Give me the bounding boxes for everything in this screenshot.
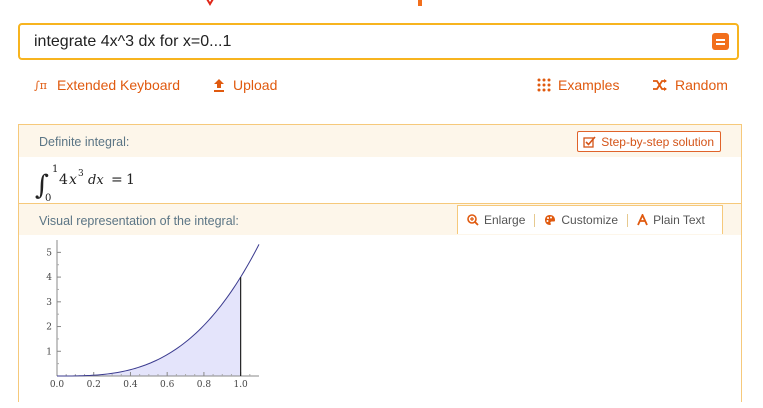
step-by-step-button[interactable]: Step-by-step solution xyxy=(577,131,721,152)
random-label: Random xyxy=(675,77,728,93)
visual-representation-title: Visual representation of the integral: xyxy=(39,214,239,228)
x-tick-label: 0.8 xyxy=(197,380,212,390)
compute-button[interactable] xyxy=(712,33,729,50)
integral-result: ∫ 1 0 4 x 3 dx = 1 xyxy=(19,157,741,204)
upload-label: Upload xyxy=(233,77,278,93)
integrand-exponent: 3 xyxy=(78,169,84,179)
pod-actions-bar: Enlarge Customize Plain Text xyxy=(457,205,723,234)
integral-shaded-area xyxy=(57,277,241,376)
plain-text-button[interactable]: Plain Text xyxy=(628,213,714,227)
x-tick-label: 0.0 xyxy=(50,380,65,390)
extended-keyboard-button[interactable]: ∫π Extended Keyboard xyxy=(34,77,180,93)
upload-icon xyxy=(214,79,224,92)
integral-plot: 0.0 0.2 0.4 0.6 0.8 1.0 1 2 3 4 5 xyxy=(46,240,260,390)
integral-differential: dx xyxy=(88,173,104,188)
keyboard-math-icon: ∫π xyxy=(34,79,47,92)
y-tick-label: 5 xyxy=(46,248,52,258)
enlarge-label: Enlarge xyxy=(484,213,526,227)
enlarge-button[interactable]: Enlarge xyxy=(458,213,534,227)
y-tick-label: 4 xyxy=(46,273,52,283)
integral-formula: ∫ 1 0 4 x 3 dx = 1 xyxy=(35,164,135,204)
x-tick-label: 0.4 xyxy=(123,380,138,390)
palette-icon xyxy=(545,215,556,225)
integral-result-value: 1 xyxy=(126,172,135,188)
extended-keyboard-label: Extended Keyboard xyxy=(57,77,180,93)
integral-equals: = xyxy=(111,172,123,188)
customize-label: Customize xyxy=(561,213,619,227)
random-button[interactable]: Random xyxy=(652,77,728,93)
logo-star-icon xyxy=(206,0,214,6)
step-by-step-label: Step-by-step solution xyxy=(601,134,714,149)
examples-button[interactable]: Examples xyxy=(537,77,619,93)
customize-button[interactable]: Customize xyxy=(535,213,627,227)
integrand-variable: x xyxy=(69,172,77,188)
integral-upper-limit: 1 xyxy=(52,164,58,175)
definite-integral-title: Definite integral: xyxy=(39,135,130,149)
examples-label: Examples xyxy=(558,77,620,93)
grid-dots-icon xyxy=(537,78,551,92)
visual-plot-area: 0.0 0.2 0.4 0.6 0.8 1.0 1 2 3 4 5 xyxy=(19,235,741,403)
integrand-coefficient: 4 xyxy=(59,172,68,188)
x-tick-label: 0.2 xyxy=(87,380,101,390)
y-tick-label: 2 xyxy=(46,323,52,333)
zoom-in-icon xyxy=(467,214,479,226)
shuffle-icon xyxy=(653,79,667,91)
logo-letter-icon xyxy=(418,0,422,6)
plain-text-icon xyxy=(637,214,648,226)
y-tick-label: 1 xyxy=(46,347,52,357)
upload-button[interactable]: Upload xyxy=(212,77,277,93)
svg-text:∫π: ∫π xyxy=(34,79,47,92)
integral-lower-limit: 0 xyxy=(45,193,51,203)
y-tick-label: 3 xyxy=(46,298,52,308)
search-input[interactable] xyxy=(32,31,712,52)
search-box[interactable] xyxy=(18,23,739,60)
x-tick-label: 1.0 xyxy=(233,380,248,390)
logo-strip xyxy=(0,0,763,10)
checkbox-icon xyxy=(583,135,596,148)
x-tick-label: 0.6 xyxy=(160,380,175,390)
result-card: Definite integral: Step-by-step solution… xyxy=(18,124,742,403)
plain-text-label: Plain Text xyxy=(653,213,705,227)
